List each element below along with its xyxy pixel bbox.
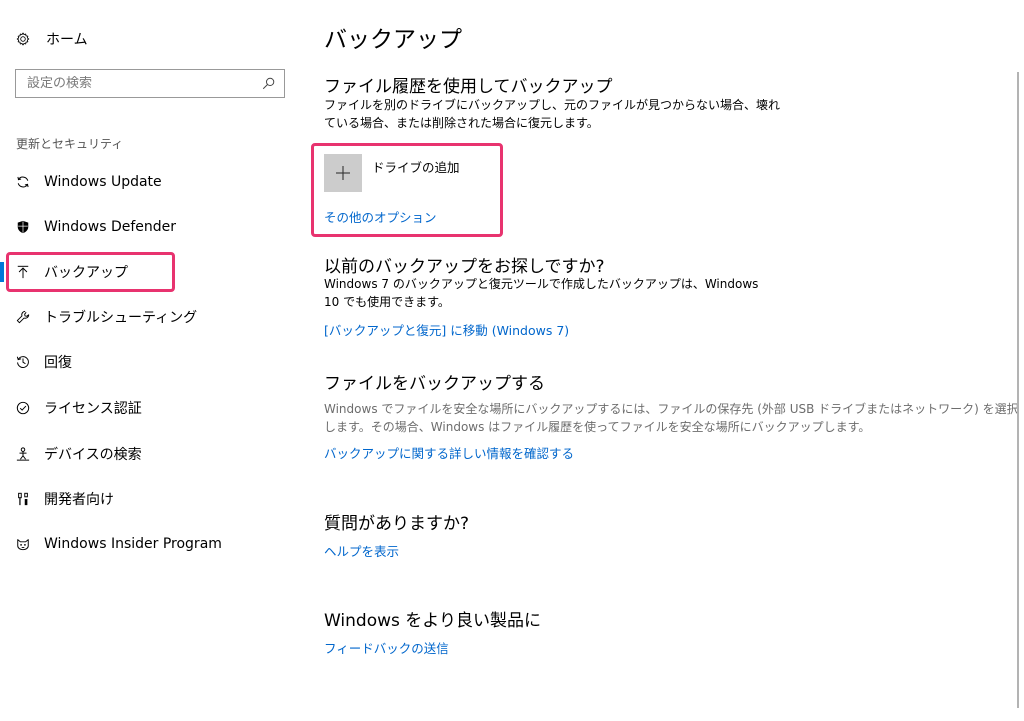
person-location-icon (16, 447, 30, 461)
shield-icon (17, 220, 29, 234)
scrollbar[interactable] (1017, 72, 1019, 708)
sidebar-item-label: バックアップ (44, 265, 128, 281)
file-history-desc-line-1: ファイルを別のドライブにバックアップし、元のファイルが見つからない場合、壊れ (324, 98, 781, 112)
home-nav-item[interactable]: ホーム (16, 28, 88, 50)
backup-info-link[interactable]: バックアップに関する詳しい情報を確認する (324, 443, 574, 462)
sidebar-item-label: Windows Defender (44, 219, 177, 235)
check-circle-icon (16, 401, 30, 415)
sidebar-item-label: 回復 (44, 355, 72, 371)
sidebar-item-recovery[interactable]: 回復 (0, 344, 300, 380)
sidebar: ホーム 更新とセキュリティ Windows Update (0, 0, 300, 721)
sidebar-item-insider[interactable]: Windows Insider Program (0, 526, 300, 562)
sidebar-item-find-device[interactable]: デバイスの検索 (0, 436, 300, 472)
settings-search-input[interactable] (27, 76, 262, 91)
settings-window: ホーム 更新とセキュリティ Windows Update (0, 0, 1024, 721)
older-backup-desc-line-1: Windows 7 のバックアップと復元ツールで作成したバックアップは、Wind… (324, 277, 759, 291)
sidebar-item-label: トラブルシューティング (44, 310, 198, 326)
page-title: バックアップ (324, 27, 462, 53)
backup-files-desc-line-1: Windows でファイルを安全な場所にバックアップするには、ファイルの保存先 … (324, 402, 1019, 416)
home-label: ホーム (46, 32, 88, 48)
insider-cat-icon (17, 539, 29, 551)
file-history-heading: ファイル履歴を使用してバックアップ (324, 77, 613, 97)
add-drive-button[interactable]: ドライブの追加 (324, 154, 460, 192)
send-feedback-link[interactable]: フィードバックの送信 (324, 638, 449, 657)
plus-icon (336, 166, 350, 180)
sidebar-item-windows-update[interactable]: Windows Update (0, 164, 300, 200)
backup-files-heading: ファイルをバックアップする (324, 374, 545, 394)
backup-files-desc-line-2: します。その場合、Windows はファイル履歴を使ってファイルを安全な場所にバ… (324, 420, 871, 434)
developer-tools-icon (18, 492, 28, 506)
gear-icon (16, 32, 30, 46)
settings-search-box[interactable] (15, 69, 285, 98)
backup-arrow-icon (17, 265, 29, 279)
sidebar-item-backup[interactable]: バックアップ (0, 254, 300, 290)
section-group-label: 更新とセキュリティ (16, 137, 124, 151)
search-icon[interactable] (262, 77, 275, 90)
more-options-link[interactable]: その他のオプション (324, 207, 437, 226)
history-icon (16, 356, 29, 368)
older-backup-heading: 以前のバックアップをお探しですか? (324, 257, 605, 277)
sidebar-item-label: ライセンス認証 (44, 401, 142, 417)
sidebar-item-label: Windows Insider Program (44, 536, 222, 552)
feedback-heading: Windows をより良い製品に (324, 611, 541, 631)
older-backup-description: Windows 7 のバックアップと復元ツールで作成したバックアップは、Wind… (324, 275, 758, 311)
sidebar-item-developers[interactable]: 開発者向け (0, 481, 300, 517)
selection-indicator (0, 262, 4, 282)
file-history-description: ファイルを別のドライブにバックアップし、元のファイルが見つからない場合、壊れ て… (324, 96, 780, 132)
sidebar-item-activation[interactable]: ライセンス認証 (0, 390, 300, 426)
file-history-desc-line-2: ている場合、または削除された場合に復元します。 (324, 116, 599, 130)
older-backup-desc-line-2: 10 でも使用できます。 (324, 295, 450, 309)
sidebar-item-label: 開発者向け (44, 492, 114, 508)
questions-heading: 質問がありますか? (324, 514, 470, 534)
backup-restore-win7-link[interactable]: [バックアップと復元] に移動 (Windows 7) (324, 320, 569, 339)
add-drive-tile[interactable] (324, 154, 362, 192)
sidebar-item-label: デバイスの検索 (44, 447, 142, 463)
wrench-icon (16, 310, 30, 324)
add-drive-label: ドライブの追加 (372, 160, 460, 175)
sidebar-item-windows-defender[interactable]: Windows Defender (0, 209, 300, 245)
refresh-icon (17, 176, 29, 188)
sidebar-item-troubleshoot[interactable]: トラブルシューティング (0, 299, 300, 335)
backup-files-description: Windows でファイルを安全な場所にバックアップするには、ファイルの保存先 … (324, 400, 1019, 436)
get-help-link[interactable]: ヘルプを表示 (324, 541, 399, 560)
sidebar-item-label: Windows Update (44, 174, 162, 190)
